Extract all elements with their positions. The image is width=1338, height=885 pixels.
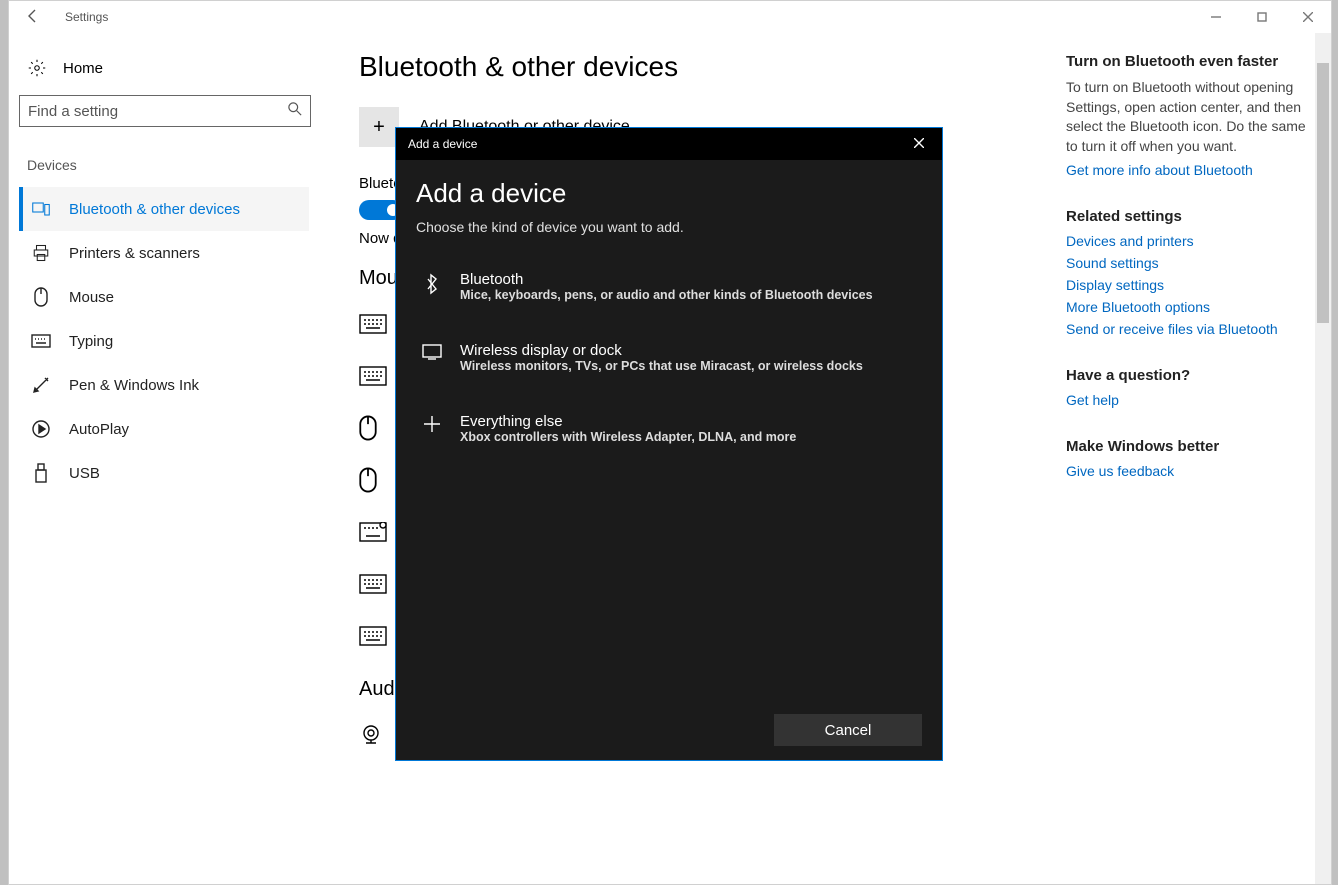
scrollbar-thumb[interactable] <box>1317 63 1329 323</box>
related-link[interactable]: Send or receive files via Bluetooth <box>1066 321 1311 337</box>
keyboard-icon <box>359 522 387 546</box>
plus-icon: + <box>359 107 399 147</box>
sidebar-item-pen[interactable]: Pen & Windows Ink <box>19 363 309 407</box>
keyboard-icon <box>359 314 387 338</box>
nav-label: USB <box>69 465 100 482</box>
option-desc: Wireless monitors, TVs, or PCs that use … <box>460 359 863 373</box>
sidebar-item-mouse[interactable]: Mouse <box>19 275 309 319</box>
pen-icon <box>31 376 51 394</box>
keyboard-icon <box>359 574 387 598</box>
nav-label: Bluetooth & other devices <box>69 201 240 218</box>
dialog-caption: Add a device <box>408 137 477 151</box>
question-title: Have a question? <box>1066 367 1311 384</box>
nav-label: Typing <box>69 333 113 350</box>
home-link[interactable]: Home <box>19 51 309 95</box>
option-everything-else[interactable]: Everything else Xbox controllers with Wi… <box>416 401 922 456</box>
mouse-icon <box>359 415 377 445</box>
nav-label: Mouse <box>69 289 114 306</box>
related-link[interactable]: Sound settings <box>1066 255 1311 271</box>
close-button[interactable] <box>1285 1 1331 33</box>
sidebar-section: Devices <box>27 157 309 173</box>
related-link[interactable]: Display settings <box>1066 277 1311 293</box>
keyboard-icon <box>359 366 387 390</box>
page-title: Bluetooth & other devices <box>359 51 1026 83</box>
tip-title: Turn on Bluetooth even faster <box>1066 53 1311 70</box>
home-label: Home <box>63 60 103 77</box>
sidebar-item-usb[interactable]: USB <box>19 451 309 495</box>
sidebar-item-typing[interactable]: Typing <box>19 319 309 363</box>
nav-label: Pen & Windows Ink <box>69 377 199 394</box>
scrollbar[interactable] <box>1315 33 1331 884</box>
usb-icon <box>31 463 51 483</box>
keyboard-icon <box>359 626 387 650</box>
monitor-icon <box>420 344 444 365</box>
related-title: Related settings <box>1066 208 1311 225</box>
printer-icon <box>31 244 51 262</box>
right-pane: Turn on Bluetooth even faster To turn on… <box>1066 33 1331 884</box>
sidebar-item-bluetooth[interactable]: Bluetooth & other devices <box>19 187 309 231</box>
add-device-dialog: Add a device Add a device Choose the kin… <box>395 127 943 761</box>
option-wireless-display[interactable]: Wireless display or dock Wireless monito… <box>416 330 922 385</box>
back-button[interactable] <box>21 8 45 27</box>
related-link[interactable]: More Bluetooth options <box>1066 299 1311 315</box>
search-placeholder: Find a setting <box>28 103 288 120</box>
dialog-title: Add a device <box>416 178 922 209</box>
nav-label: AutoPlay <box>69 421 129 438</box>
dialog-subtitle: Choose the kind of device you want to ad… <box>416 219 922 235</box>
mouse-icon <box>31 287 51 307</box>
keyboard-icon <box>31 334 51 348</box>
bluetooth-icon <box>420 273 444 300</box>
devices-icon <box>31 202 51 216</box>
option-title: Wireless display or dock <box>460 342 863 359</box>
feedback-link[interactable]: Give us feedback <box>1066 463 1311 479</box>
dialog-titlebar: Add a device <box>396 128 942 160</box>
tip-link[interactable]: Get more info about Bluetooth <box>1066 162 1311 178</box>
webcam-icon <box>359 723 383 751</box>
gear-icon <box>27 59 47 77</box>
related-link[interactable]: Devices and printers <box>1066 233 1311 249</box>
search-icon <box>288 102 302 120</box>
option-title: Bluetooth <box>460 271 873 288</box>
titlebar: Settings <box>9 1 1331 33</box>
minimize-button[interactable] <box>1193 1 1239 33</box>
sidebar: Home Find a setting Devices Bluetooth & … <box>9 33 319 884</box>
search-input[interactable]: Find a setting <box>19 95 311 127</box>
sidebar-item-printers[interactable]: Printers & scanners <box>19 231 309 275</box>
cancel-button[interactable]: Cancel <box>774 714 922 746</box>
tip-body: To turn on Bluetooth without opening Set… <box>1066 78 1311 156</box>
mouse-icon <box>359 467 377 497</box>
nav-label: Printers & scanners <box>69 245 200 262</box>
better-title: Make Windows better <box>1066 438 1311 455</box>
option-desc: Mice, keyboards, pens, or audio and othe… <box>460 288 873 302</box>
option-title: Everything else <box>460 413 796 430</box>
autoplay-icon <box>31 420 51 438</box>
sidebar-item-autoplay[interactable]: AutoPlay <box>19 407 309 451</box>
maximize-button[interactable] <box>1239 1 1285 33</box>
plus-icon <box>420 415 444 438</box>
get-help-link[interactable]: Get help <box>1066 392 1311 408</box>
dialog-close-button[interactable] <box>896 137 942 151</box>
window-title: Settings <box>65 10 108 24</box>
option-desc: Xbox controllers with Wireless Adapter, … <box>460 430 796 444</box>
option-bluetooth[interactable]: Bluetooth Mice, keyboards, pens, or audi… <box>416 259 922 314</box>
